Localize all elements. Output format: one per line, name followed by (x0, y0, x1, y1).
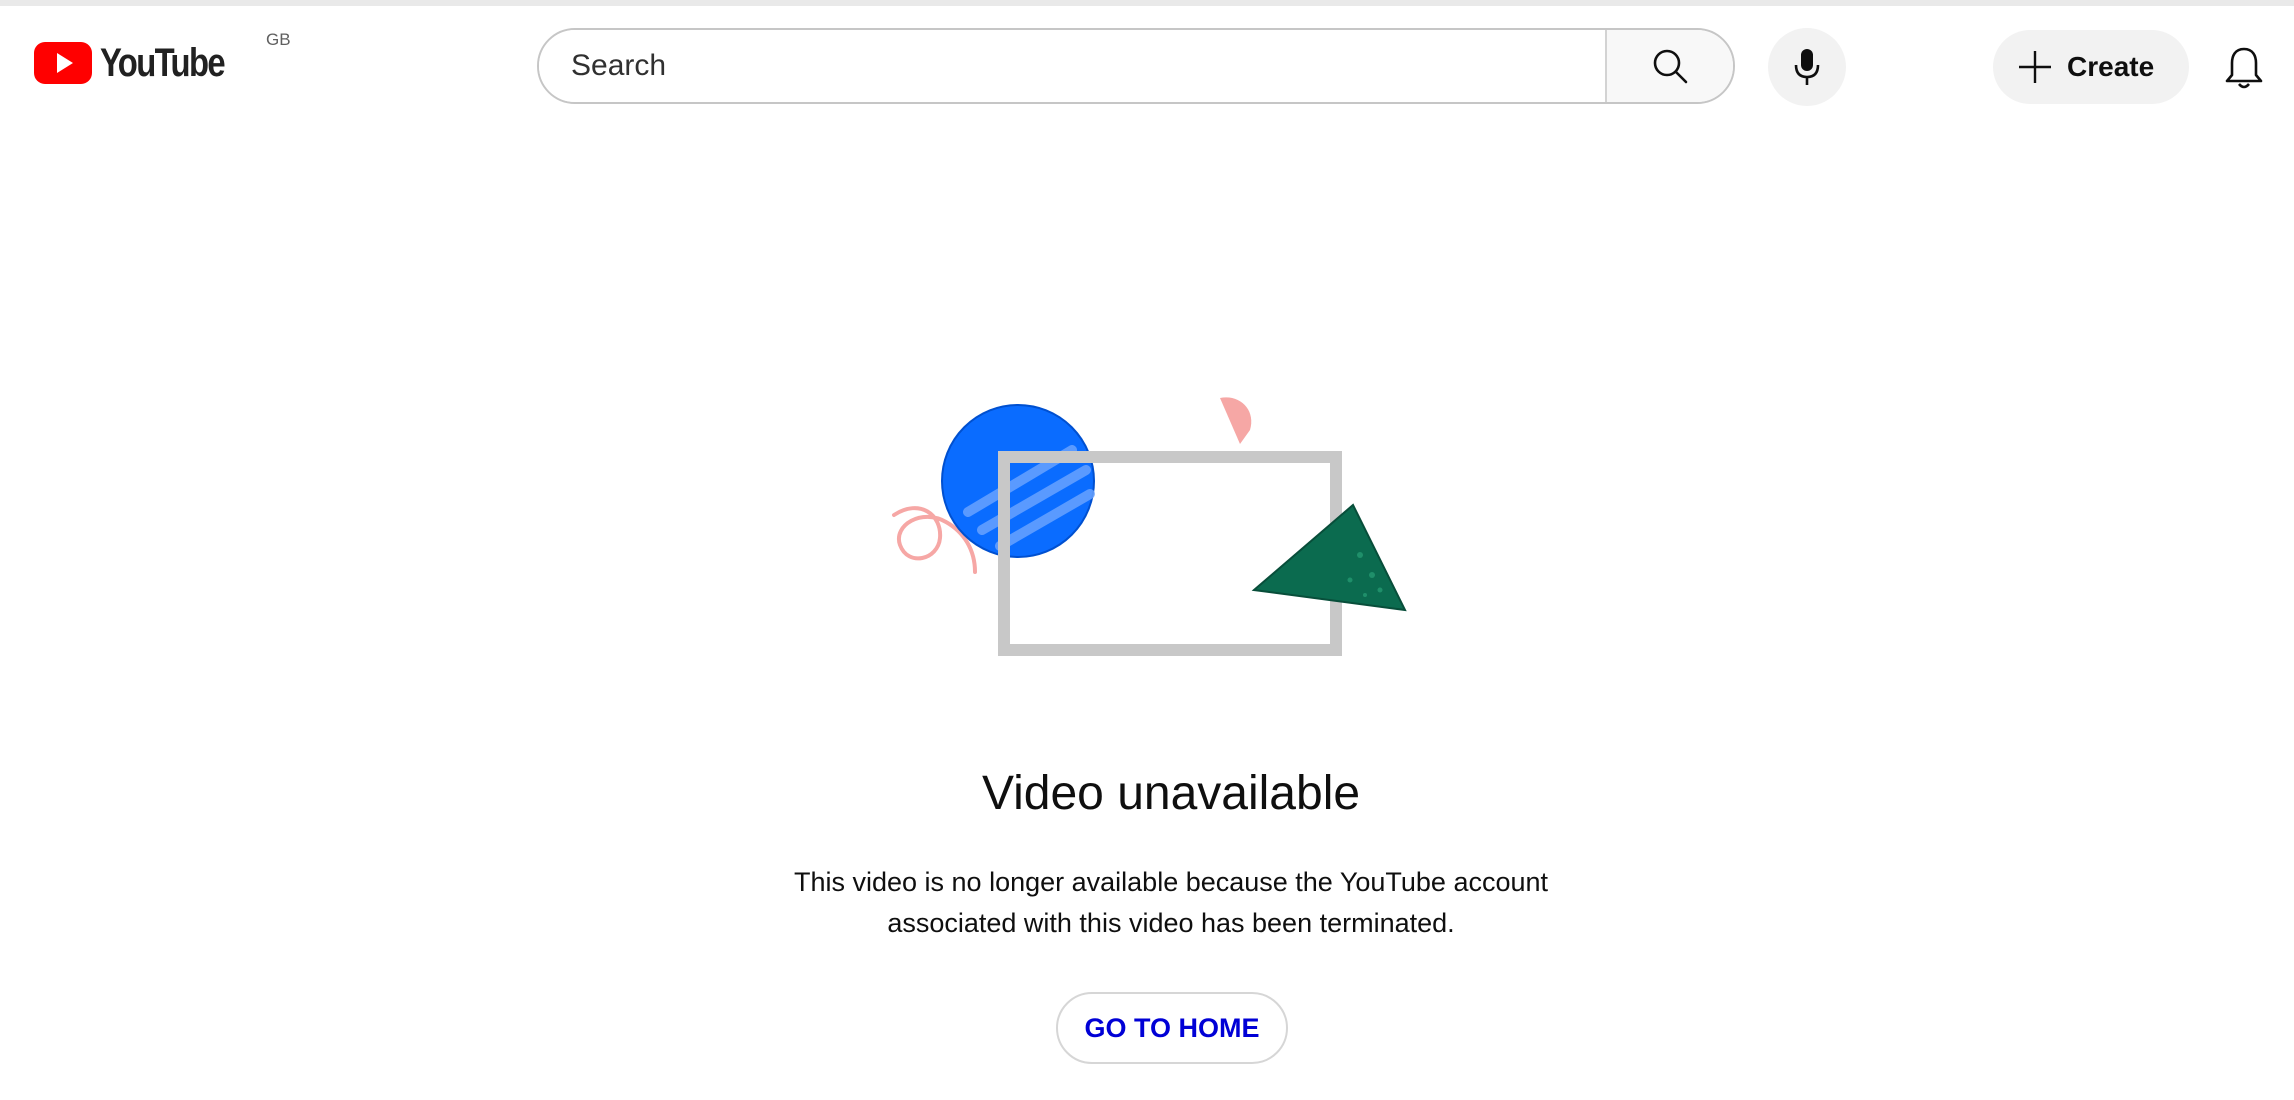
voice-search-button[interactable] (1768, 28, 1846, 106)
plus-icon (2019, 51, 2051, 83)
error-message: This video is no longer available becaus… (0, 862, 2294, 944)
masthead: YouTube GB Create (0, 6, 2294, 118)
search-icon (1653, 49, 1688, 84)
search-box (537, 28, 1735, 104)
video-unavailable-illustration (892, 397, 1407, 656)
pink-half-circle-shape (1220, 397, 1252, 444)
error-title: Video unavailable (981, 767, 1361, 820)
youtube-wordmark: YouTube (100, 40, 226, 85)
bell-icon (2225, 47, 2263, 89)
notifications-button[interactable] (2220, 42, 2268, 94)
youtube-logo-icon (34, 42, 92, 84)
create-button[interactable]: Create (1993, 30, 2189, 104)
create-label: Create (2067, 51, 2155, 82)
green-triangle-shape (1251, 503, 1407, 612)
search-input[interactable] (539, 30, 1605, 102)
youtube-logo[interactable]: YouTube GB (34, 30, 291, 90)
microphone-icon (1794, 49, 1820, 85)
error-message-line-2: associated with this video has been term… (887, 908, 1455, 938)
go-to-home-button[interactable]: GO TO HOME (1056, 992, 1288, 1064)
search-button[interactable] (1605, 30, 1733, 102)
region-code: GB (266, 30, 291, 49)
error-message-line-1: This video is no longer available becaus… (793, 867, 1549, 897)
